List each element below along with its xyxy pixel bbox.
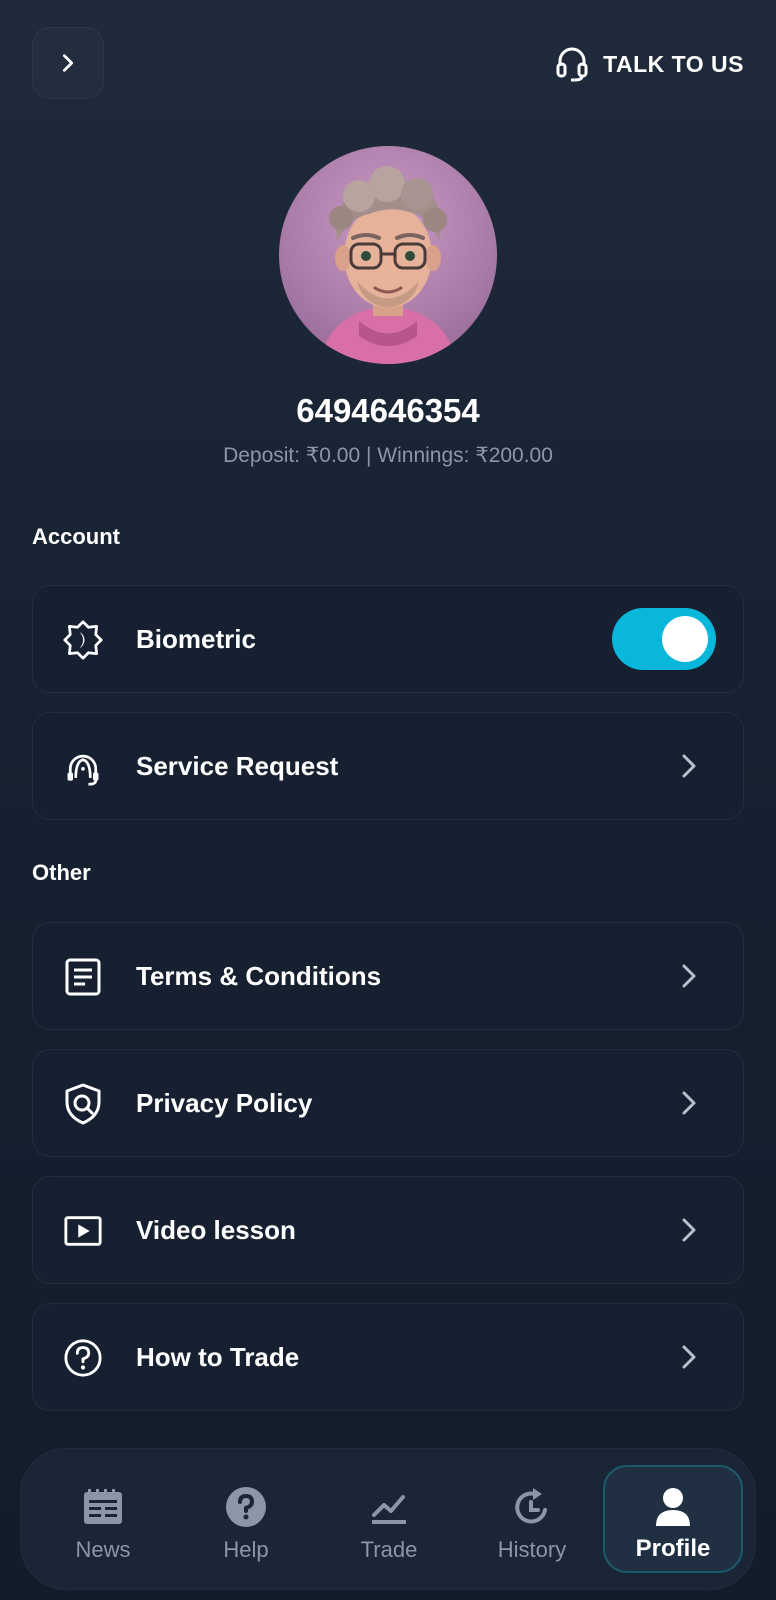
news-icon [81,1485,125,1529]
video-lesson-row[interactable]: Video lesson [32,1176,744,1284]
chevron-right-icon [675,752,703,780]
question-icon [63,1338,103,1378]
avatar[interactable] [279,146,497,364]
nav-item-trade[interactable]: Trade [319,1449,459,1589]
nav-item-profile[interactable]: Profile [603,1465,743,1573]
chevron-right-icon [675,1343,703,1371]
video-lesson-label: Video lesson [136,1215,296,1245]
shield-icon [63,1083,103,1125]
support-agent-icon [63,747,103,787]
nav-label-help: Help [223,1537,269,1562]
chevron-right-icon [675,962,703,990]
profile-icon [651,1485,695,1529]
trade-icon [367,1485,411,1529]
headset-icon [556,47,588,82]
top-bar: TALK TO US [0,0,776,130]
avatar-image [319,166,457,364]
privacy-row[interactable]: Privacy Policy [32,1049,744,1157]
back-button[interactable] [32,27,104,99]
nav-item-help[interactable]: Help [176,1449,316,1589]
service-request-row[interactable]: Service Request [32,712,744,820]
terms-row[interactable]: Terms & Conditions [32,922,744,1030]
talk-to-us-label: TALK TO US [603,50,744,77]
chevron-right-icon [675,1089,703,1117]
terms-label: Terms & Conditions [136,961,382,991]
biometric-icon [63,620,103,660]
chevron-right-icon [62,54,74,72]
username: 6494646354 [296,392,480,429]
bottom-nav: News Help Trade History Profile [20,1448,756,1590]
nav-label-profile: Profile [635,1535,711,1562]
how-to-trade-row[interactable]: How to Trade [32,1303,744,1411]
help-icon [224,1485,268,1529]
video-icon [63,1211,103,1251]
biometric-row[interactable]: Biometric [32,585,744,693]
privacy-label: Privacy Policy [136,1088,313,1118]
section-title-other: Other [32,860,91,885]
chevron-right-icon [675,1216,703,1244]
nav-item-news[interactable]: News [33,1449,173,1589]
balance-summary: Deposit: ₹0.00 | Winnings: ₹200.00 [223,444,553,467]
service-request-label: Service Request [136,751,339,781]
how-to-trade-label: How to Trade [136,1342,300,1372]
nav-label-trade: Trade [360,1537,418,1562]
document-icon [63,957,103,997]
nav-item-history[interactable]: History [462,1449,602,1589]
section-title-account: Account [32,524,120,549]
history-icon [510,1485,554,1529]
biometric-label: Biometric [136,624,256,654]
nav-label-history: History [497,1537,567,1562]
biometric-toggle[interactable] [612,608,716,670]
toggle-knob [662,616,708,662]
talk-to-us-button[interactable]: TALK TO US [555,44,744,84]
nav-label-news: News [75,1537,131,1562]
